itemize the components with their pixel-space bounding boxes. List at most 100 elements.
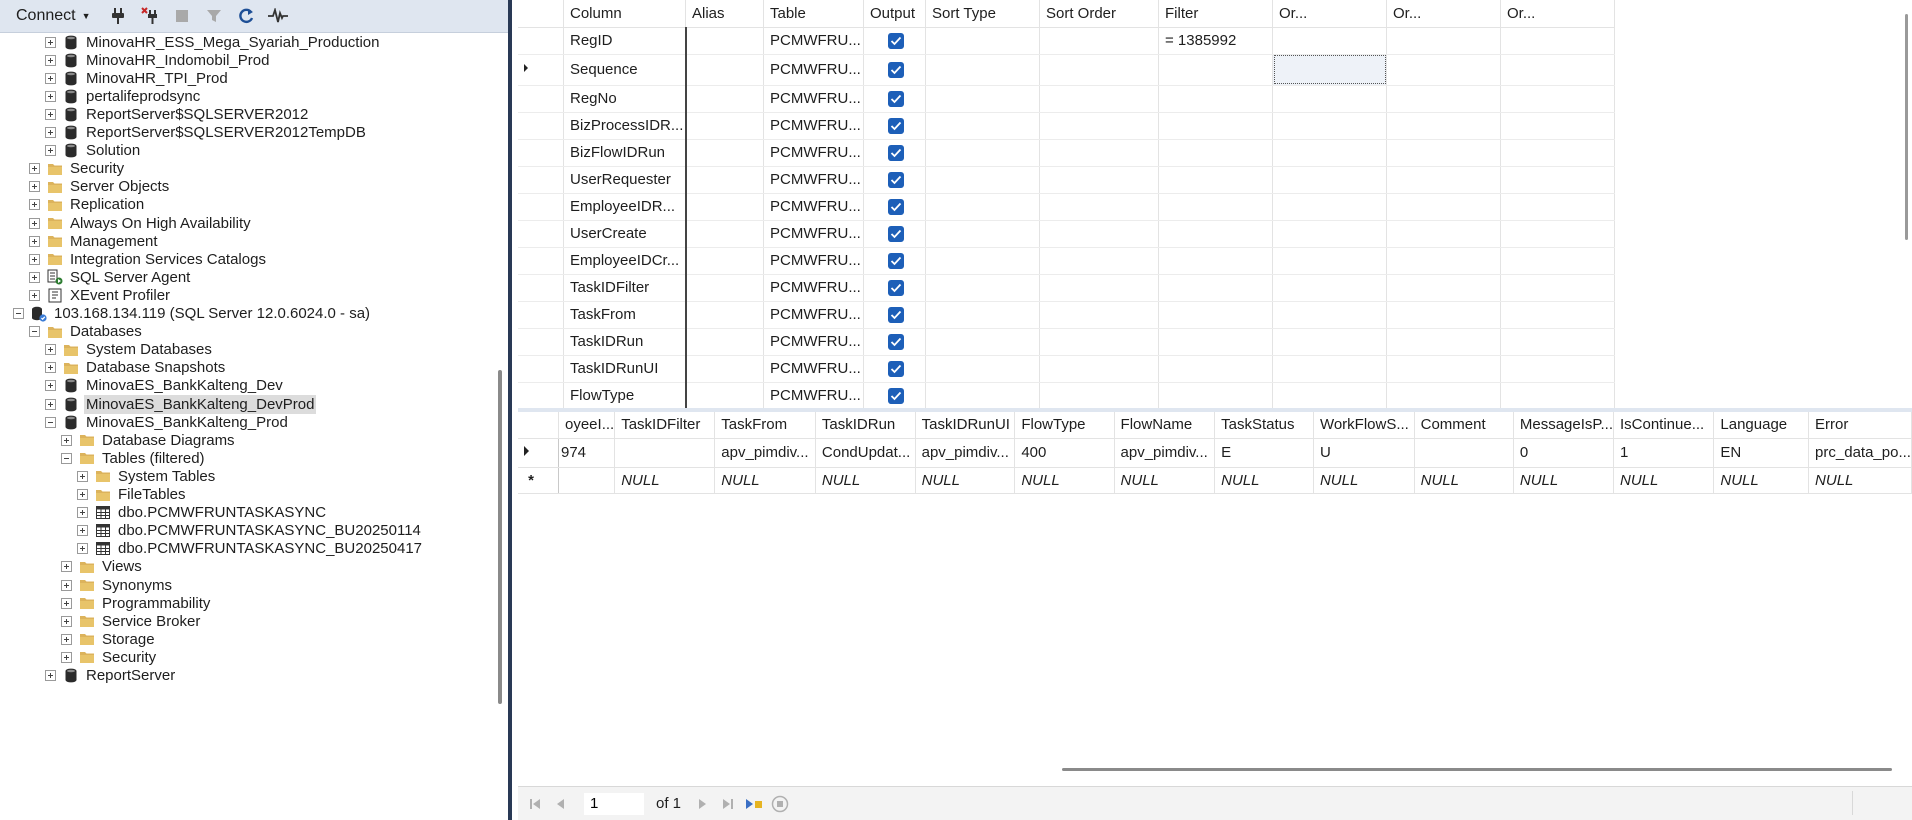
sort-type-cell[interactable] [925,220,1040,248]
output-checkbox[interactable] [888,253,904,270]
expand-plus-icon[interactable] [45,380,56,392]
result-cell[interactable] [614,438,716,468]
connect-plug-icon[interactable] [107,5,129,27]
or-cell[interactable] [1272,54,1387,86]
sort-type-cell[interactable] [925,139,1040,167]
collapse-minus-icon[interactable] [45,416,56,428]
output-cell[interactable] [863,355,926,383]
expand-plus-icon[interactable] [45,90,56,102]
result-cell[interactable]: NULL [915,467,1016,494]
or-cell[interactable] [1386,274,1501,302]
sort-type-cell[interactable] [925,328,1040,356]
expand-plus-icon[interactable] [29,235,40,247]
table-cell[interactable]: PCMWFRU... [763,54,864,86]
filter-icon[interactable] [203,5,225,27]
expand-plus-icon[interactable] [29,199,40,211]
sort-order-cell[interactable] [1039,328,1159,356]
result-cell[interactable]: 0 [1513,438,1614,468]
output-cell[interactable] [863,112,926,140]
sort-type-cell[interactable] [925,27,1040,55]
alias-cell[interactable] [685,355,764,383]
table-cell[interactable]: PCMWFRU... [763,139,864,167]
sort-order-cell[interactable] [1039,193,1159,221]
expand-plus-icon[interactable] [45,72,56,84]
expand-plus-icon[interactable] [61,561,72,573]
output-checkbox[interactable] [888,199,904,216]
results-column-header[interactable]: FlowType [1014,412,1115,439]
or-cell[interactable] [1272,166,1387,194]
or-cell[interactable] [1272,220,1387,248]
sort-order-cell[interactable] [1039,112,1159,140]
alias-cell[interactable] [685,274,764,302]
sort-type-cell[interactable] [925,112,1040,140]
expand-plus-icon[interactable] [45,398,56,410]
alias-cell[interactable] [685,193,764,221]
filter-cell[interactable] [1158,166,1273,194]
output-checkbox[interactable] [888,91,904,108]
table-cell[interactable]: PCMWFRU... [763,382,864,408]
alias-cell[interactable] [685,27,764,55]
disconnect-icon[interactable] [139,5,161,27]
sort-order-cell[interactable] [1039,355,1159,383]
sort-order-cell[interactable] [1039,139,1159,167]
expand-plus-icon[interactable] [61,633,72,645]
expand-plus-icon[interactable] [45,362,56,374]
or-cell[interactable] [1386,328,1501,356]
result-cell[interactable]: 1 [1613,438,1715,468]
alias-cell[interactable] [685,166,764,194]
filter-cell[interactable] [1158,85,1273,113]
sort-order-cell[interactable] [1039,247,1159,275]
column-cell[interactable]: UserCreate [563,220,687,248]
or-cell[interactable] [1386,355,1501,383]
criteria-column-header[interactable]: Or... [1272,0,1387,28]
or-cell[interactable] [1500,85,1615,113]
expand-plus-icon[interactable] [61,434,72,446]
expand-plus-icon[interactable] [61,651,72,663]
table-cell[interactable]: PCMWFRU... [763,274,864,302]
output-checkbox[interactable] [888,172,904,189]
stop-query-button[interactable] [769,793,791,815]
expand-plus-icon[interactable] [61,597,72,609]
or-cell[interactable] [1272,85,1387,113]
or-cell[interactable] [1272,355,1387,383]
expand-plus-icon[interactable] [77,470,88,482]
filter-cell[interactable] [1158,139,1273,167]
stop-icon[interactable] [171,5,193,27]
results-column-header[interactable]: TaskStatus [1214,412,1314,439]
filter-cell[interactable] [1158,301,1273,329]
output-cell[interactable] [863,193,926,221]
row-selector[interactable] [518,274,564,302]
table-cell[interactable]: PCMWFRU... [763,247,864,275]
result-cell[interactable]: NULL [714,467,816,494]
output-cell[interactable] [863,382,926,408]
or-cell[interactable] [1272,382,1387,408]
output-checkbox[interactable] [888,62,904,79]
result-cell[interactable]: NULL [1214,467,1314,494]
filter-cell[interactable] [1158,274,1273,302]
row-selector[interactable] [518,193,564,221]
expand-plus-icon[interactable] [45,36,56,48]
expand-plus-icon[interactable] [45,344,56,356]
filter-cell[interactable] [1158,382,1273,408]
expand-plus-icon[interactable] [29,181,40,193]
expand-plus-icon[interactable] [29,217,40,229]
or-cell[interactable] [1500,301,1615,329]
column-cell[interactable]: RegID [563,27,687,55]
criteria-column-header[interactable]: Sort Order [1039,0,1159,28]
result-cell[interactable]: NULL [1114,467,1216,494]
or-cell[interactable] [1500,193,1615,221]
results-column-header[interactable]: TaskIDFilter [614,412,716,439]
or-cell[interactable] [1500,166,1615,194]
or-cell[interactable] [1386,247,1501,275]
last-record-button[interactable] [717,793,739,815]
output-cell[interactable] [863,54,926,86]
result-cell[interactable] [1414,438,1514,468]
output-cell[interactable] [863,27,926,55]
column-cell[interactable]: TaskIDRunUI [563,355,687,383]
sort-type-cell[interactable] [925,247,1040,275]
or-cell[interactable] [1272,27,1387,55]
or-cell[interactable] [1386,112,1501,140]
or-cell[interactable] [1500,355,1615,383]
criteria-column-header[interactable]: Table [763,0,864,28]
column-cell[interactable]: TaskIDFilter [563,274,687,302]
